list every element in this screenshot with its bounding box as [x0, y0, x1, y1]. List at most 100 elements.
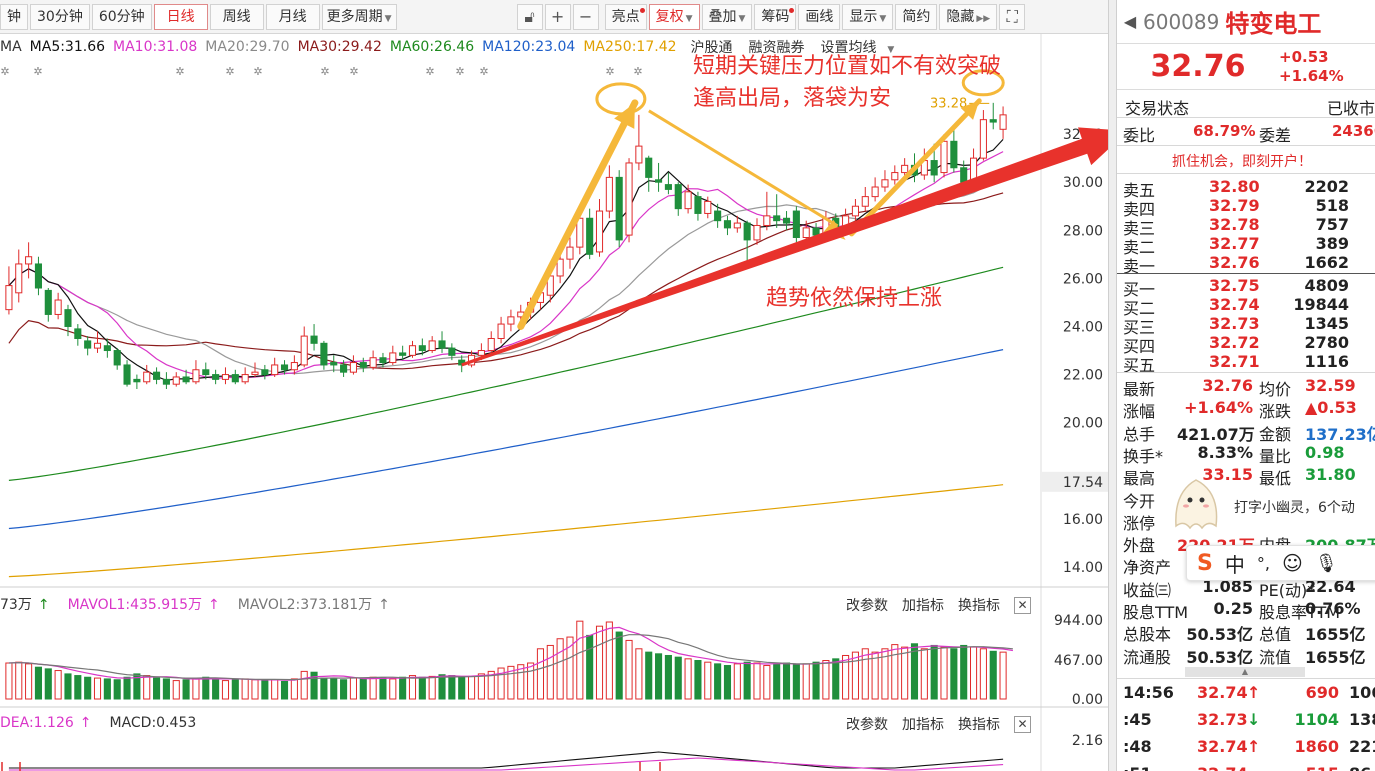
collapse-handle[interactable]: ▲: [1185, 667, 1305, 677]
event-marker-icon: ✲: [349, 65, 358, 78]
chevron-down-icon: ▼: [384, 13, 392, 24]
switch-indicator-button[interactable]: 换指标: [958, 595, 1000, 615]
prev-stock-icon[interactable]: ◀: [1117, 12, 1143, 31]
stock-app-window: { "toolbar": { "periods": ["钟", "30分钟", …: [0, 0, 1375, 771]
highlight-button[interactable]: 亮点: [604, 3, 647, 30]
bid-price: 32.74: [1209, 295, 1260, 314]
zoom-in-icon[interactable]: +: [544, 3, 571, 30]
chips-label: 筹码: [761, 8, 790, 25]
add-indicator-button[interactable]: 加指标: [902, 595, 944, 615]
volume-bar-up: [851, 651, 859, 700]
ask-price: 32.76: [1209, 253, 1260, 272]
overlay-label: 叠加: [708, 8, 737, 25]
tick-volume: 515: [1293, 764, 1339, 771]
candle-up: [704, 200, 712, 214]
period-weekly-button[interactable]: 周线: [209, 3, 264, 30]
fullscreen-icon[interactable]: ⛶: [999, 3, 1026, 30]
more-periods-dropdown[interactable]: 更多周期 ▼: [321, 3, 397, 30]
candle-up: [851, 205, 859, 217]
emoji-icon[interactable]: ☺: [1282, 551, 1303, 575]
unlock-icon[interactable]: 🔓︎: [516, 3, 543, 30]
candle-down: [310, 335, 318, 344]
candle-down: [812, 227, 820, 236]
period-60min-button[interactable]: 60分钟: [91, 3, 152, 30]
price-axis-label: 26.00: [1063, 271, 1103, 287]
volume-bar-down: [182, 679, 190, 700]
candle-down: [379, 357, 387, 364]
open-account-link[interactable]: 抓住机会，即刻开户！: [1172, 151, 1312, 171]
candle-down: [448, 347, 456, 356]
stat-value: +1.64%: [1184, 398, 1253, 418]
volume-bar-up: [15, 661, 23, 700]
candle-down: [792, 210, 800, 239]
event-marker-icon: ✲: [33, 65, 42, 78]
candle-up: [15, 263, 23, 294]
tick-time: 14:56: [1123, 683, 1174, 702]
draw-line-button[interactable]: 画线: [798, 3, 841, 30]
candle-up: [251, 371, 259, 376]
simple-mode-button[interactable]: 简约: [895, 3, 938, 30]
stock-name: 特变电工: [1225, 10, 1322, 38]
bid-price: 32.72: [1209, 333, 1260, 352]
stat-label: 流通股: [1123, 647, 1172, 667]
bid-price: 32.71: [1209, 352, 1260, 371]
volume-bar-up: [999, 651, 1007, 700]
close-icon[interactable]: ✕: [1014, 596, 1031, 614]
promo-row[interactable]: 抓住机会，即刻开户！: [1117, 150, 1375, 172]
tick-direction-icon: ↓: [1247, 710, 1261, 729]
divider: [1117, 117, 1375, 118]
microphone-icon[interactable]: 🎙︎: [1315, 553, 1338, 574]
adjust-dropdown[interactable]: 复权 ▼: [648, 3, 700, 30]
candle-down: [280, 364, 289, 371]
zoom-out-icon[interactable]: −: [572, 3, 599, 30]
volume-bar-up: [467, 675, 476, 700]
ma5-line: [8, 138, 1004, 381]
period-30min-button[interactable]: 30分钟: [30, 3, 90, 30]
chips-button[interactable]: 筹码: [754, 3, 797, 30]
volume-bar-down: [586, 634, 594, 700]
volume-bar-up: [920, 648, 928, 700]
sogou-logo-icon[interactable]: S: [1197, 551, 1213, 576]
candle-down: [930, 160, 938, 176]
candle-down: [202, 369, 210, 376]
ime-language-toggle[interactable]: 中: [1225, 549, 1245, 578]
volume-bar-down: [743, 661, 751, 700]
stat-row: 总股本 50.53亿 总值 1655亿: [1117, 620, 1375, 644]
period-daily-button[interactable]: 日线: [153, 3, 208, 30]
stat-value: ▲0.53: [1305, 398, 1357, 418]
display-dropdown[interactable]: 显示 ▼: [842, 3, 894, 30]
candle-down: [340, 364, 348, 373]
volume-bar-down: [645, 651, 653, 700]
highlight-label: 亮点: [611, 8, 640, 25]
ghost-mascot-icon: [1175, 479, 1218, 530]
event-marker-icon: ✲: [455, 65, 464, 78]
period-monthly-button[interactable]: 月线: [265, 3, 320, 30]
ime-tip-bubble: 打字小幽灵，6个动: [1168, 472, 1375, 536]
bid-volume: 2780: [1304, 333, 1349, 352]
stat-value: 50.53亿: [1186, 647, 1253, 667]
kline-chart[interactable]: 32.0030.0028.0026.0024.0022.0020.0017.54…: [0, 34, 1108, 771]
price-axis-label: 17.54: [1063, 475, 1103, 491]
punctuation-icon[interactable]: °,: [1257, 554, 1270, 573]
edit-params-button[interactable]: 改参数: [846, 714, 888, 734]
volume-bar-up: [349, 677, 357, 700]
event-marker-icon: ✲: [605, 65, 614, 78]
tick-count: 138: [1349, 710, 1375, 729]
volume-bar-up: [802, 663, 810, 700]
event-marker-icon: ✲: [0, 65, 9, 78]
volume-bar-down: [34, 666, 43, 700]
candle-up: [733, 222, 741, 229]
candle-up: [25, 256, 33, 265]
overlay-dropdown[interactable]: 叠加 ▼: [701, 3, 753, 30]
panel-splitter[interactable]: [1108, 0, 1117, 771]
chevron-down-icon: ▼: [738, 13, 746, 24]
switch-indicator-button[interactable]: 换指标: [958, 714, 1000, 734]
hide-button[interactable]: 隐藏 ▶▶: [939, 3, 998, 30]
candle-up: [192, 369, 200, 383]
close-icon[interactable]: ✕: [1014, 715, 1031, 733]
add-indicator-button[interactable]: 加指标: [902, 714, 944, 734]
weibi-value: 68.79%: [1193, 122, 1256, 140]
candle-down: [44, 289, 52, 315]
edit-params-button[interactable]: 改参数: [846, 595, 888, 615]
period-1min-button[interactable]: 钟: [0, 3, 28, 30]
